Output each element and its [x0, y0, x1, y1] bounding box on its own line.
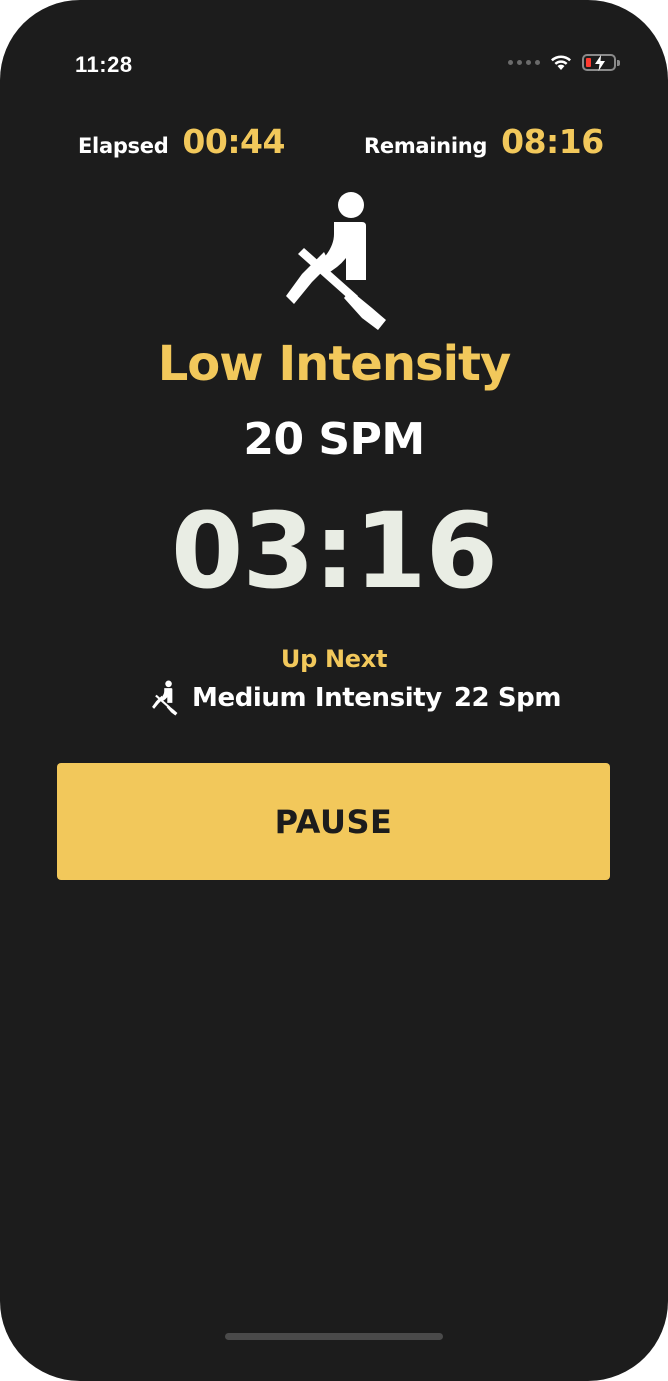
status-time: 11:28	[75, 52, 133, 77]
rower-icon	[152, 680, 178, 716]
home-indicator[interactable]	[225, 1333, 443, 1340]
elapsed-label: Elapsed	[78, 134, 169, 158]
remaining-timer: Remaining 08:16	[364, 122, 604, 161]
up-next-label: Up Next	[280, 645, 388, 673]
up-next-intensity: Medium Intensity	[192, 683, 442, 713]
current-intensity: Low Intensity	[157, 336, 512, 392]
remaining-value: 08:16	[501, 122, 604, 161]
interval-countdown: 03:16	[170, 490, 498, 612]
current-spm: 20 SPM	[243, 414, 425, 465]
remaining-label: Remaining	[364, 134, 488, 158]
pause-button[interactable]: PAUSE	[57, 763, 610, 880]
rower-icon	[286, 192, 386, 330]
signal-dots-icon	[508, 60, 540, 65]
up-next-interval: Medium Intensity 22 Spm	[150, 680, 561, 716]
status-icons	[508, 54, 620, 71]
battery-low-charging-icon	[582, 54, 620, 71]
app-screen: 11:28 Elapsed 00:44 Remaining 08:16 Low …	[0, 0, 668, 1381]
up-next-spm: 22 Spm	[453, 683, 562, 713]
elapsed-value: 00:44	[182, 122, 285, 161]
wifi-icon	[551, 55, 571, 70]
elapsed-timer: Elapsed 00:44	[78, 122, 285, 161]
